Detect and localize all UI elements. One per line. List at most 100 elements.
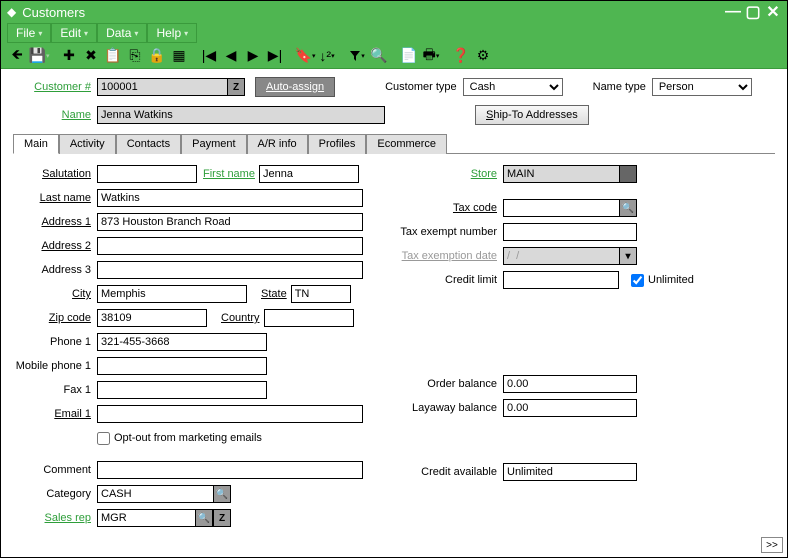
prev-icon[interactable]: ◀ — [221, 46, 241, 66]
state-input[interactable] — [291, 285, 351, 303]
app-icon: ◆ — [7, 5, 16, 19]
config-icon[interactable]: ⚙ — [473, 46, 493, 66]
taxcode-field[interactable]: 🔍 — [503, 199, 637, 217]
state-label: State — [261, 288, 287, 300]
save-dropdown-icon[interactable]: 💾▾ — [29, 46, 49, 66]
tab-ecommerce[interactable]: Ecommerce — [366, 134, 447, 154]
last-icon[interactable]: ▶| — [265, 46, 285, 66]
first-name-label: First name — [203, 168, 255, 180]
orderbal-label: Order balance — [393, 378, 503, 390]
phone1-input[interactable] — [97, 333, 267, 351]
name-type-select[interactable]: Person — [652, 78, 752, 96]
store-label: Store — [393, 168, 503, 180]
salutation-input[interactable] — [97, 165, 197, 183]
search-icon[interactable]: 🔍 — [619, 199, 637, 217]
tab-ar[interactable]: A/R info — [247, 134, 308, 154]
tab-main[interactable]: Main — [13, 134, 59, 154]
last-name-label: Last name — [13, 192, 97, 204]
menu-data[interactable]: Data▾ — [97, 23, 147, 43]
address3-label: Address 3 — [13, 264, 97, 276]
taxexempt-label: Tax exempt number — [393, 226, 503, 238]
maximize-icon[interactable]: ▢ — [745, 4, 761, 20]
lock-icon[interactable]: 🔒 — [147, 46, 167, 66]
optout-checkbox[interactable] — [97, 432, 110, 445]
creditlimit-input[interactable] — [503, 271, 619, 289]
customer-num-input[interactable] — [97, 78, 227, 96]
salesrep-input[interactable] — [97, 509, 195, 527]
filter-icon[interactable]: ▾ — [347, 46, 367, 66]
search-icon[interactable]: 🔍 — [369, 46, 389, 66]
store-field[interactable] — [503, 165, 637, 183]
new-icon[interactable]: ✚ — [59, 46, 79, 66]
header-row-2: Name SShip-To Addresseship-To Addresses — [13, 105, 775, 125]
delete-icon[interactable]: ✖ — [81, 46, 101, 66]
tab-payment[interactable]: Payment — [181, 134, 246, 154]
fax1-input[interactable] — [97, 381, 267, 399]
creditavail-input — [503, 463, 637, 481]
expand-button[interactable]: >> — [761, 537, 783, 553]
next-icon[interactable]: ▶ — [243, 46, 263, 66]
bookmark-icon[interactable]: 🔖▾ — [295, 46, 315, 66]
address3-input[interactable] — [97, 261, 363, 279]
ship-to-button[interactable]: SShip-To Addresseship-To Addresses — [475, 105, 589, 125]
tab-activity[interactable]: Activity — [59, 134, 116, 154]
unlimited-checkbox[interactable] — [631, 274, 644, 287]
tab-contacts[interactable]: Contacts — [116, 134, 181, 154]
category-input[interactable] — [97, 485, 213, 503]
notes-icon[interactable]: 📄 — [399, 46, 419, 66]
taxcode-input[interactable] — [503, 199, 619, 217]
country-input[interactable] — [264, 309, 354, 327]
city-label: City — [13, 288, 97, 300]
window-title: Customers — [22, 5, 725, 20]
grid-icon[interactable]: ▦ — [169, 46, 189, 66]
address2-input[interactable] — [97, 237, 363, 255]
right-column: Store Tax code 🔍 Tax exempt number — [393, 164, 694, 532]
titlebar: ◆ Customers — ▢ ✕ — [1, 1, 787, 23]
search-icon[interactable]: 🔍 — [195, 509, 213, 527]
z-lookup-icon[interactable]: Z — [227, 78, 245, 96]
z-lookup-icon[interactable]: Z — [213, 509, 231, 527]
tab-profiles[interactable]: Profiles — [308, 134, 367, 154]
customer-type-select[interactable]: Cash — [463, 78, 563, 96]
zip-input[interactable] — [97, 309, 207, 327]
store-input[interactable] — [503, 165, 619, 183]
help-icon[interactable]: ❓ — [451, 46, 471, 66]
auto-assign-button[interactable]: Auto-assign — [255, 77, 335, 97]
print-icon[interactable]: 🖶▾ — [421, 46, 441, 66]
mobile1-input[interactable] — [97, 357, 267, 375]
salutation-label: Salutation — [13, 168, 97, 180]
category-field[interactable]: 🔍 — [97, 485, 231, 503]
email1-label: Email 1 — [13, 408, 97, 420]
city-input[interactable] — [97, 285, 247, 303]
address1-input[interactable] — [97, 213, 363, 231]
fax1-label: Fax 1 — [13, 384, 97, 396]
taxexempt-input[interactable] — [503, 223, 637, 241]
email1-input[interactable] — [97, 405, 363, 423]
comment-input[interactable] — [97, 461, 363, 479]
tabs: Main Activity Contacts Payment A/R info … — [13, 133, 775, 154]
taxexemptdate-field: ▾ — [503, 247, 637, 265]
back-icon[interactable]: 🡸 — [7, 46, 27, 66]
menu-help[interactable]: Help▾ — [147, 23, 197, 43]
salesrep-field[interactable]: 🔍 Z — [97, 509, 231, 527]
sort-icon[interactable]: ↓²▾ — [317, 46, 337, 66]
name-input[interactable] — [97, 106, 385, 124]
form-area: Salutation First name Last name Address … — [13, 164, 775, 532]
copy-icon[interactable]: 📋 — [103, 46, 123, 66]
toolbar: 🡸 💾▾ ✚ ✖ 📋 ⎘ 🔒 ▦ |◀ ◀ ▶ ▶| 🔖▾ ↓²▾ ▾ 🔍 📄 … — [1, 43, 787, 69]
first-icon[interactable]: |◀ — [199, 46, 219, 66]
last-name-input[interactable] — [97, 189, 363, 207]
customer-num-field[interactable]: Z — [97, 78, 245, 96]
menu-file[interactable]: File▾ — [7, 23, 51, 43]
search-icon[interactable]: 🔍 — [213, 485, 231, 503]
minimize-icon[interactable]: — — [725, 4, 741, 20]
menu-edit[interactable]: Edit▾ — [51, 23, 97, 43]
layawaybal-input — [503, 399, 637, 417]
zip-label: Zip code — [13, 312, 97, 324]
close-icon[interactable]: ✕ — [765, 4, 781, 20]
search-icon[interactable] — [619, 165, 637, 183]
first-name-input[interactable] — [259, 165, 359, 183]
category-label: Category — [13, 488, 97, 500]
window-controls: — ▢ ✕ — [725, 4, 781, 20]
export-icon[interactable]: ⎘ — [125, 46, 145, 66]
